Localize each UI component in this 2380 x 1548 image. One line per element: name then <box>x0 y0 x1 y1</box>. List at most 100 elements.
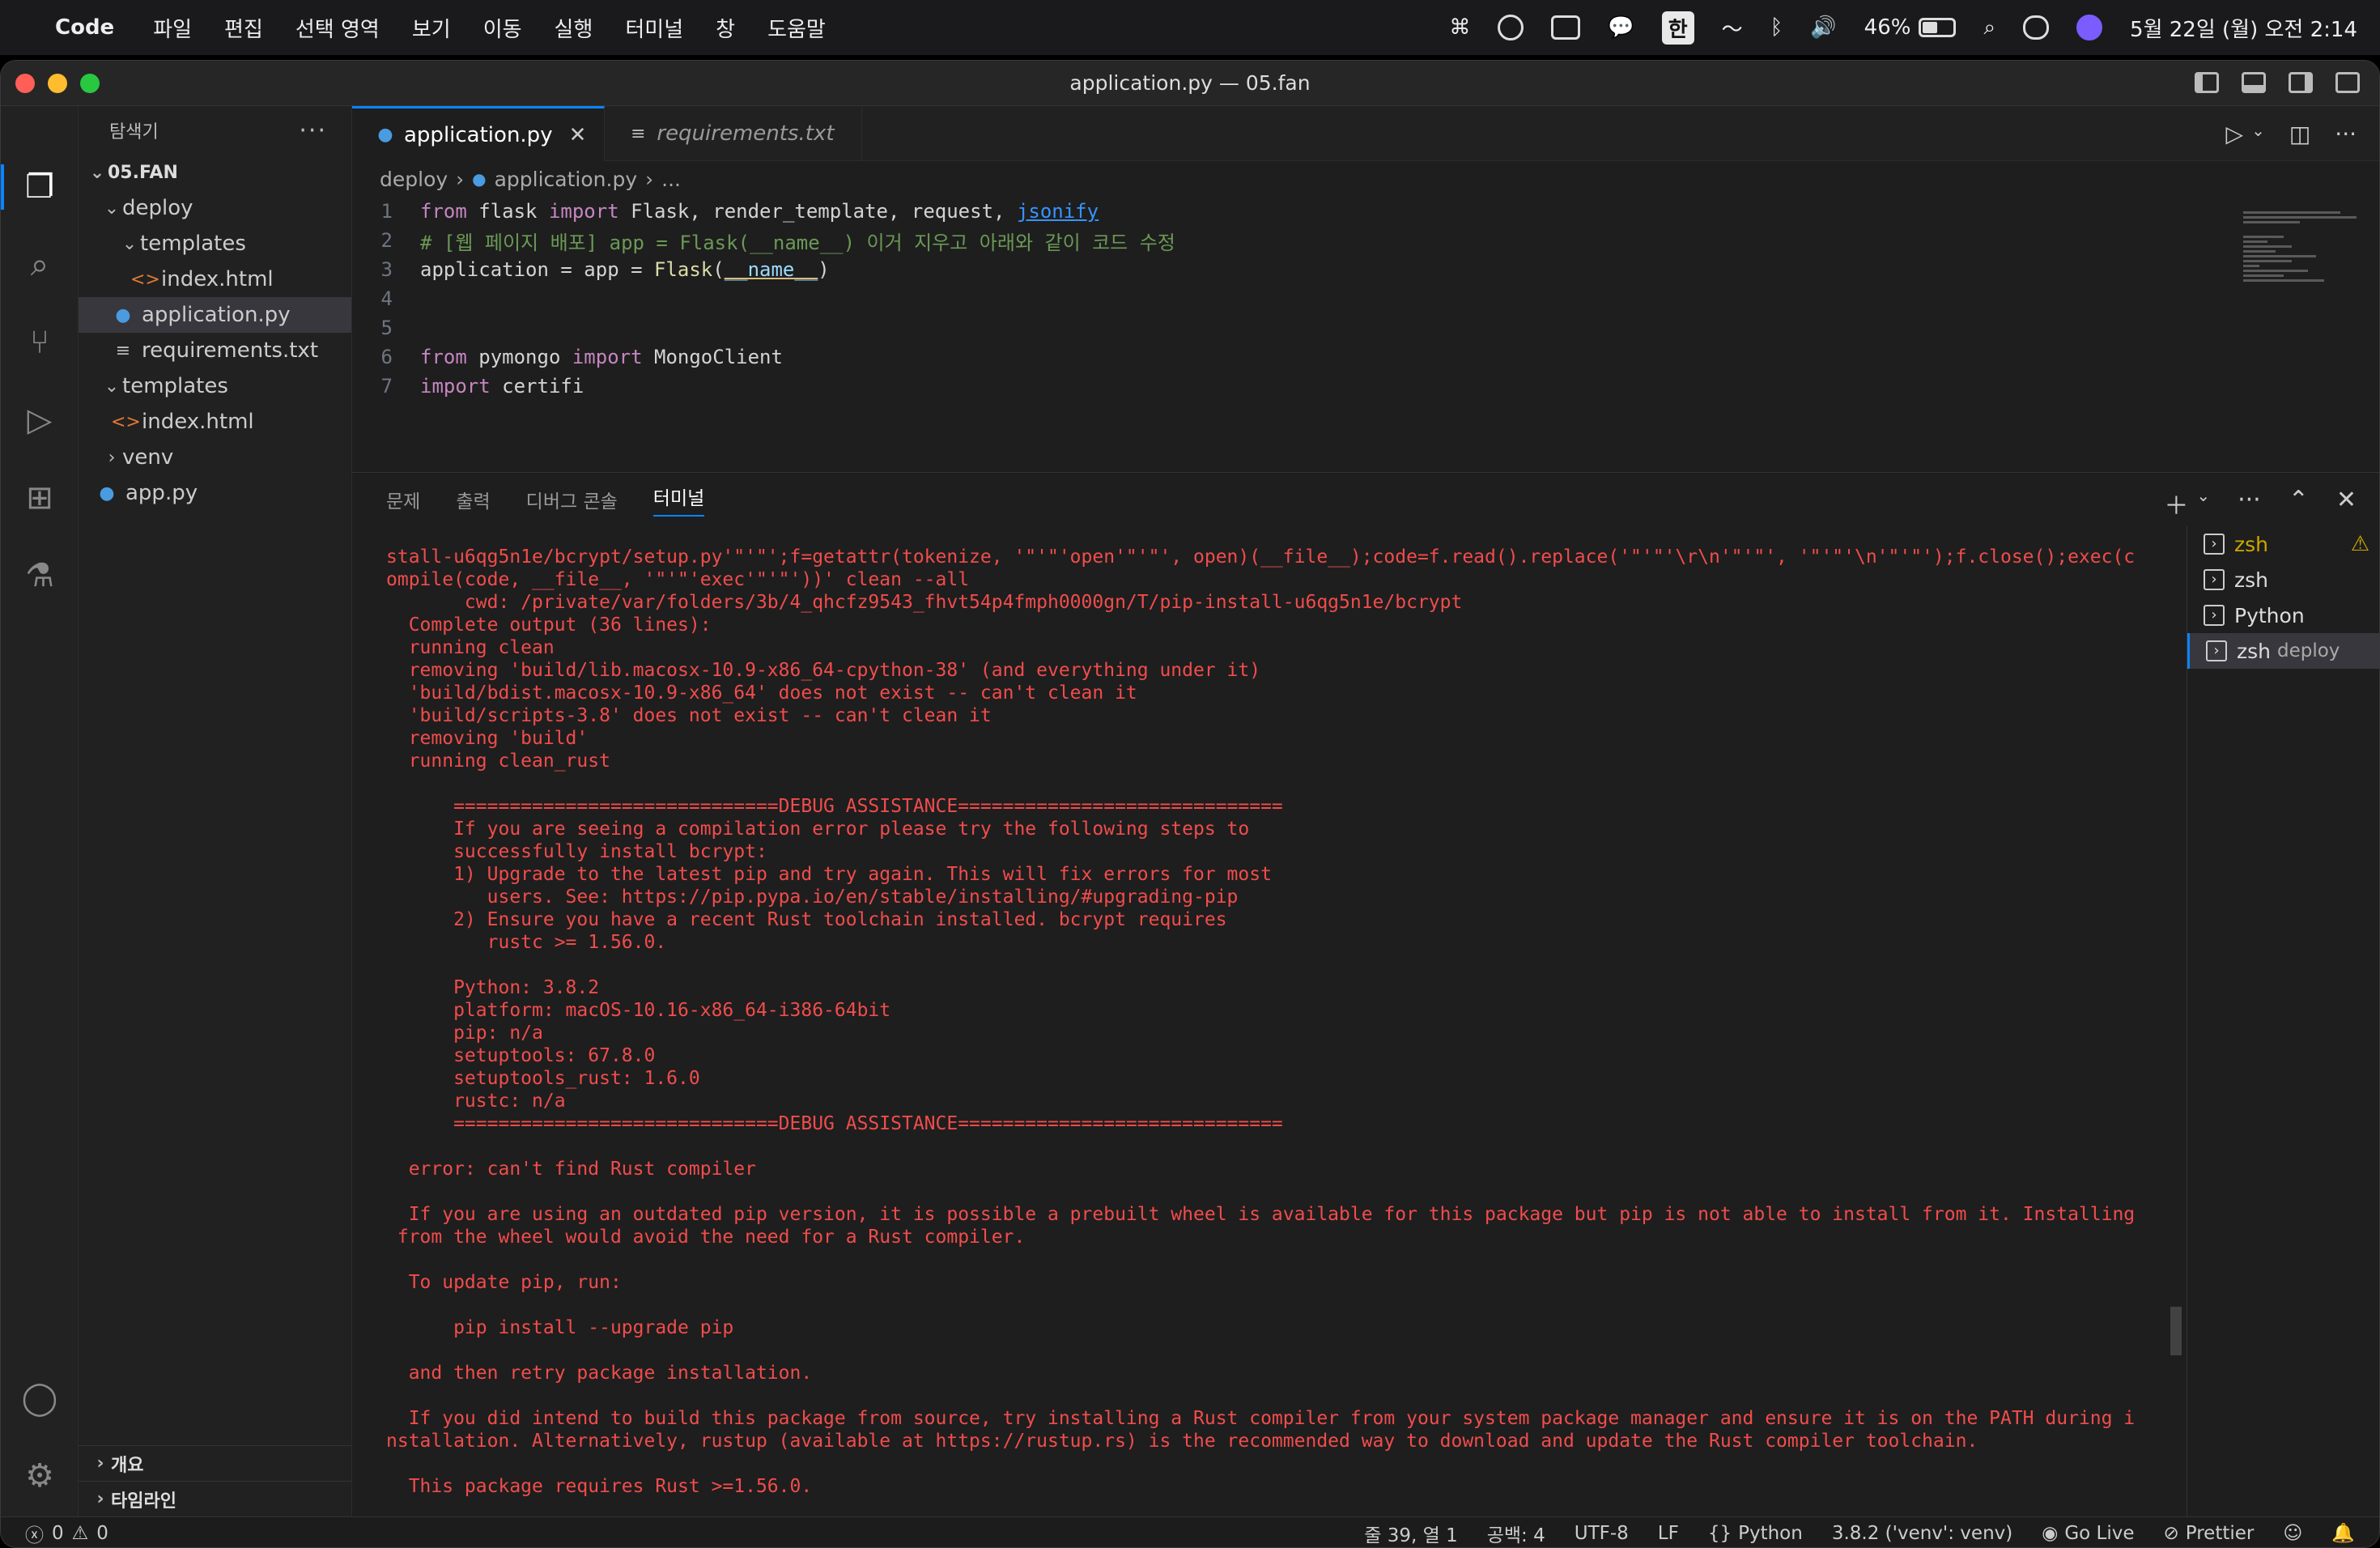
problems-status[interactable]: ⓧ 0 ⚠ 0 <box>25 1520 108 1547</box>
tab-output[interactable]: 출력 <box>456 486 490 513</box>
menu-file[interactable]: 파일 <box>153 13 192 43</box>
spotlight-search-icon[interactable]: ⌕ <box>1983 15 1995 40</box>
outline-section[interactable]: › 개요 <box>79 1445 351 1481</box>
section-label: 타임라인 <box>111 1491 176 1512</box>
toggle-panel-icon[interactable] <box>2242 72 2266 93</box>
more-actions-icon[interactable]: ··· <box>2335 121 2357 147</box>
end-of-line[interactable]: LF <box>1658 1523 1679 1544</box>
terminal-output[interactable]: stall-u6qg5n1e/bcrypt/setup.py'"'"';f=ge… <box>386 546 2143 1501</box>
menu-run[interactable]: 실행 <box>555 13 593 43</box>
terminal-line: users. See: https://pip.pypa.io/en/stabl… <box>386 887 1239 908</box>
notifications-icon[interactable]: 🔔 <box>2331 1522 2355 1544</box>
bluetooth-icon[interactable]: ᛒ <box>1770 15 1783 40</box>
indentation[interactable]: 공백: 4 <box>1487 1520 1545 1547</box>
chevron-down-icon[interactable]: ⌄ <box>2251 121 2265 147</box>
search-icon[interactable]: ⌕ <box>20 245 59 284</box>
terminal-item[interactable]: › zsh <box>2187 562 2379 598</box>
timeline-section[interactable]: › 타임라인 <box>79 1481 351 1516</box>
prettier-status[interactable]: ⊘ Prettier <box>2163 1523 2254 1544</box>
workspace-root[interactable]: ⌄ 05.FAN <box>79 155 351 190</box>
menu-help[interactable]: 도움말 <box>767 13 826 43</box>
run-python-file-icon[interactable]: ▷ <box>2226 121 2244 147</box>
go-live-button[interactable]: ◉ Go Live <box>2042 1523 2134 1544</box>
window-icon[interactable] <box>1551 15 1581 40</box>
source-control-icon[interactable]: ⑂ <box>20 323 59 362</box>
chevron-down-icon[interactable]: ⌄ <box>2196 486 2210 521</box>
tree-file-requirements-txt[interactable]: ≡ requirements.txt <box>79 333 351 368</box>
menu-edit[interactable]: 편집 <box>224 13 263 43</box>
tree-file-index-html-root[interactable]: <> index.html <box>79 404 351 440</box>
language-mode[interactable]: {} Python <box>1708 1523 1803 1544</box>
new-terminal-icon[interactable]: ＋ <box>2164 486 2188 521</box>
testing-icon[interactable]: ⚗ <box>20 556 59 595</box>
explorer-icon[interactable]: ❐ <box>20 168 59 206</box>
toggle-secondary-sidebar-icon[interactable] <box>2289 72 2313 93</box>
tab-debug-console[interactable]: 디버그 콘솔 <box>526 486 618 513</box>
menu-terminal[interactable]: 터미널 <box>625 13 683 43</box>
breadcrumb-folder[interactable]: deploy <box>380 168 448 191</box>
tab-requirements-txt[interactable]: ≡ requirements.txt <box>605 106 863 161</box>
run-debug-icon[interactable]: ▷ <box>20 401 59 440</box>
code-line[interactable]: 2 # [웹 페이지 배포] app = Flask(__name__) 이거 지… <box>352 226 2379 255</box>
menu-app-name[interactable]: Code <box>55 15 114 40</box>
control-center-icon[interactable] <box>2023 15 2050 40</box>
siri-icon[interactable] <box>2076 15 2103 40</box>
code-line[interactable]: 6 from pymongo import MongoClient <box>352 342 2379 372</box>
gear-icon[interactable]: ⚙ <box>20 1457 59 1495</box>
menu-view[interactable]: 보기 <box>412 13 451 43</box>
code-line[interactable]: 5 <box>352 313 2379 342</box>
tree-file-application-py[interactable]: ● application.py <box>79 297 351 333</box>
breadcrumb-symbol[interactable]: ... <box>661 168 681 191</box>
input-source-indicator[interactable]: 한 <box>1661 11 1694 45</box>
volume-icon[interactable]: 🔊 <box>1810 15 1836 40</box>
tree-folder-templates[interactable]: ⌄ templates <box>79 226 351 262</box>
cursor-position[interactable]: 줄 39, 열 1 <box>1364 1520 1457 1547</box>
title-bar: application.py — 05.fan <box>1 61 2379 106</box>
more-actions-icon[interactable]: ··· <box>299 117 327 145</box>
terminal-scrollbar[interactable] <box>2170 1307 2182 1355</box>
python-interpreter[interactable]: 3.8.2 ('venv': venv) <box>1832 1523 2012 1544</box>
toggle-primary-sidebar-icon[interactable] <box>2195 72 2219 93</box>
activity-bar: ❐ ⌕ ⑂ ▷ ⊞ ⚗ ◯ ⚙ <box>1 106 79 1516</box>
terminal-item[interactable]: › zsh deploy <box>2187 633 2379 669</box>
code-editor[interactable]: 1 from flask import Flask, render_templat… <box>352 197 2379 401</box>
minimap[interactable] <box>2243 211 2365 341</box>
code-line[interactable]: 7 import certifi <box>352 372 2379 401</box>
maximize-panel-icon[interactable]: ⌃ <box>2289 486 2309 521</box>
split-editor-icon[interactable]: ◫ <box>2289 121 2310 147</box>
chat-icon[interactable]: 💬 <box>1608 15 1634 40</box>
more-actions-icon[interactable]: ··· <box>2238 486 2261 521</box>
terminal-item[interactable]: › zsh ⚠ <box>2187 526 2379 562</box>
terminal-item[interactable]: › Python <box>2187 598 2379 633</box>
feedback-icon[interactable]: ☺ <box>2283 1523 2302 1544</box>
breadcrumb-file[interactable]: application.py <box>495 168 638 191</box>
code-line[interactable]: 3 application = app = Flask(__name__) <box>352 255 2379 284</box>
prettier-label: Prettier <box>2185 1522 2255 1544</box>
tree-file-index-html[interactable]: <> index.html <box>79 262 351 297</box>
account-icon[interactable]: ◯ <box>20 1379 59 1418</box>
menubar-clock[interactable]: 5월 22일 (월) 오전 2:14 <box>2130 13 2357 43</box>
tree-folder-deploy[interactable]: ⌄ deploy <box>79 190 351 226</box>
menu-selection[interactable]: 선택 영역 <box>295 13 380 43</box>
close-panel-icon[interactable]: ✕ <box>2336 486 2357 521</box>
battery-status[interactable]: 46% <box>1864 15 1957 40</box>
chevron-right-icon: › <box>96 1453 104 1474</box>
code-line[interactable]: 4 <box>352 284 2379 313</box>
extensions-icon[interactable]: ⊞ <box>20 478 59 517</box>
wifi-icon[interactable]: 〜 <box>1722 13 1743 43</box>
tab-application-py[interactable]: ● application.py ✕ <box>352 106 606 161</box>
command-icon[interactable]: ⌘ <box>1449 15 1470 40</box>
tree-folder-venv[interactable]: › venv <box>79 440 351 475</box>
customize-layout-icon[interactable] <box>2335 72 2360 93</box>
close-icon[interactable]: ✕ <box>569 123 587 147</box>
tab-terminal[interactable]: 터미널 <box>652 483 705 517</box>
tree-folder-templates-root[interactable]: ⌄ templates <box>79 368 351 404</box>
code-line[interactable]: 1 from flask import Flask, render_templat… <box>352 197 2379 226</box>
encoding[interactable]: UTF-8 <box>1575 1523 1629 1544</box>
tree-file-app-py[interactable]: ● app.py <box>79 475 351 511</box>
menu-go[interactable]: 이동 <box>483 13 522 43</box>
menu-window[interactable]: 창 <box>716 13 735 43</box>
terminal-label: zsh <box>2234 532 2268 556</box>
tab-problems[interactable]: 문제 <box>386 486 420 513</box>
play-circle-icon[interactable] <box>1498 15 1524 40</box>
